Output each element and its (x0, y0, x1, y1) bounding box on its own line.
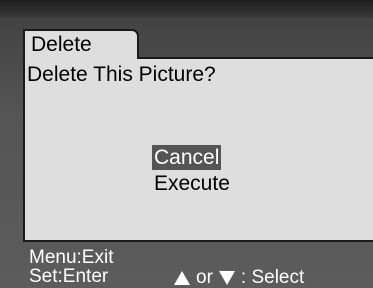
camera-lcd-screen: Delete Delete This Picture? Cancel Execu… (0, 0, 373, 288)
or-text: or (196, 267, 213, 288)
delete-prompt: Delete This Picture? (27, 63, 216, 86)
select-text: : Select (240, 267, 305, 288)
execute-option[interactable]: Execute (152, 171, 232, 196)
tab-title: Delete (31, 33, 92, 56)
triangle-down-icon (218, 271, 235, 285)
screen-top-edge (0, 0, 373, 18)
set-enter-hint: Set:Enter (29, 266, 109, 287)
triangle-up-icon (174, 271, 190, 285)
button-hints-footer: Menu:Exit Set:Enter or : Select (0, 244, 373, 288)
select-hint: or : Select (174, 268, 304, 288)
delete-tab: Delete (23, 29, 139, 59)
cancel-option[interactable]: Cancel (152, 145, 222, 170)
menu-exit-hint: Menu:Exit (29, 247, 114, 268)
